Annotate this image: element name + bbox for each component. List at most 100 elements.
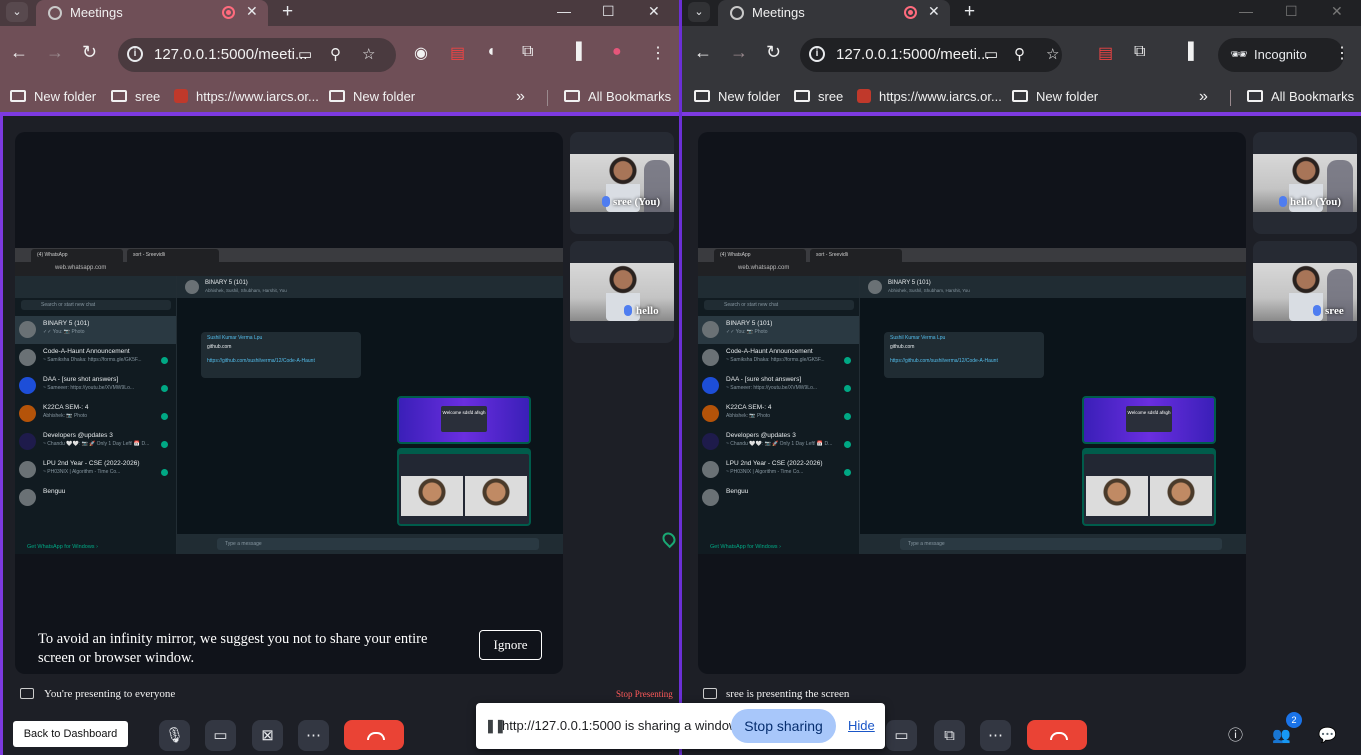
- address-bar[interactable]: i 127.0.0.1:5000/meeti... ▭ ⚲ ☆: [118, 38, 396, 72]
- address-bar[interactable]: i 127.0.0.1:5000/meeti... ▭ ⚲ ☆: [800, 38, 1062, 72]
- forward-button[interactable]: →: [46, 42, 64, 63]
- whatsapp-sidebar: Search or start new chat BINARY 5 (101) ✓…: [15, 276, 177, 554]
- chat-message: ~ PH03NIX | Algorithm - Time Co...: [726, 469, 804, 475]
- avatar: [702, 405, 719, 422]
- incognito-badge[interactable]: 🕶 Incognito: [1218, 38, 1344, 72]
- link-host: github.com: [890, 344, 915, 350]
- close-tab-icon[interactable]: ✕: [246, 3, 258, 20]
- more-options-button[interactable]: ⋯: [298, 720, 329, 751]
- info-icon[interactable]: ⓘ: [1220, 720, 1251, 751]
- maximize-icon[interactable]: ☐: [1285, 3, 1298, 20]
- side-panel-icon[interactable]: ▌: [1188, 43, 1199, 61]
- bookmark-star-icon[interactable]: ☆: [1046, 45, 1059, 63]
- bookmark-item[interactable]: https://www.iarcs.or...: [857, 89, 1002, 104]
- back-button[interactable]: ←: [10, 42, 28, 63]
- participant-tile: sree (You): [570, 132, 674, 234]
- minimize-icon[interactable]: —: [557, 3, 571, 19]
- tab-search-icon[interactable]: ⌄: [688, 2, 710, 22]
- avatar: [868, 280, 882, 294]
- new-tab-button[interactable]: +: [964, 1, 975, 23]
- bookmark-item[interactable]: New folder: [10, 89, 96, 104]
- more-options-button[interactable]: ⋯: [980, 720, 1011, 751]
- back-button[interactable]: ←: [694, 42, 712, 63]
- bookmark-item[interactable]: New folder: [329, 89, 415, 104]
- site-info-icon[interactable]: i: [809, 46, 825, 62]
- screenshot-image: Welcome sdsfd afsgh: [1084, 398, 1214, 442]
- leave-call-button[interactable]: [344, 720, 404, 750]
- reload-button[interactable]: ↻: [82, 42, 97, 63]
- toolbar: ← → ↻ i 127.0.0.1:5000/meeti... ▭ ⚲ ☆ ◉ …: [0, 26, 679, 82]
- todoist-icon[interactable]: ▤: [450, 43, 465, 63]
- menu-icon[interactable]: ⋮: [650, 43, 666, 63]
- stop-sharing-button[interactable]: Stop sharing: [731, 709, 836, 743]
- all-bookmarks[interactable]: All Bookmarks: [1247, 89, 1354, 104]
- tab-strip: ⌄ Meetings ✕ + — ☐ ✕: [682, 0, 1361, 26]
- bookmark-item[interactable]: sree: [111, 89, 160, 104]
- shared-tab: (4) WhatsApp: [31, 249, 123, 262]
- stop-present-button[interactable]: ⊠: [252, 720, 283, 751]
- bookmark-item[interactable]: sree: [794, 89, 843, 104]
- zoom-icon[interactable]: ⚲: [1014, 45, 1025, 63]
- chat-row: Benguu: [15, 484, 176, 512]
- chat-name: Benguu: [43, 488, 66, 495]
- bookmarks-bar: New folder sree https://www.iarcs.or... …: [682, 82, 1361, 112]
- bookmark-item[interactable]: New folder: [694, 89, 780, 104]
- menu-icon[interactable]: ⋮: [1334, 43, 1350, 63]
- tab-meetings[interactable]: Meetings ✕: [36, 0, 268, 26]
- tab-search-icon[interactable]: ⌄: [6, 2, 28, 22]
- back-to-dashboard-button[interactable]: Back to Dashboard: [13, 721, 128, 747]
- todoist-icon[interactable]: ▤: [1098, 43, 1113, 63]
- mouse-icon[interactable]: ◖: [486, 43, 496, 61]
- bookmark-item[interactable]: https://www.iarcs.or...: [174, 89, 319, 104]
- site-info-icon[interactable]: i: [127, 46, 143, 62]
- camera-button[interactable]: ▭: [205, 720, 236, 751]
- tab-meetings[interactable]: Meetings ✕: [718, 0, 950, 26]
- separator: [1230, 90, 1231, 106]
- minimize-icon[interactable]: —: [1239, 3, 1253, 19]
- shared-screen: (4) WhatsApp sort - Sreevidli web.whatsa…: [698, 248, 1246, 554]
- hide-link[interactable]: Hide: [848, 718, 875, 733]
- profile-avatar[interactable]: ●: [612, 43, 622, 61]
- more-bookmarks-icon[interactable]: »: [1199, 88, 1208, 106]
- incognito-label: Incognito: [1254, 47, 1307, 62]
- face: [1086, 476, 1148, 516]
- leave-call-button[interactable]: [1027, 720, 1087, 750]
- zoom-icon[interactable]: ⚲: [330, 45, 341, 63]
- present-button[interactable]: ⧉: [934, 720, 965, 751]
- message-sender: Sushil Kumar Verma Lpu: [207, 335, 263, 341]
- tab-title: Meetings: [752, 5, 805, 20]
- puzzle-icon[interactable]: ⧉: [1134, 43, 1145, 61]
- reload-button[interactable]: ↻: [766, 42, 781, 63]
- chat-row: Code-A-Haunt Announcement ~ Samiksha Dhak…: [15, 344, 176, 372]
- chat-name: Code-A-Haunt Announcement: [726, 348, 813, 355]
- bookmark-item[interactable]: New folder: [1012, 89, 1098, 104]
- forward-button[interactable]: →: [730, 42, 748, 63]
- maximize-icon[interactable]: ☐: [602, 3, 615, 20]
- camera-icon[interactable]: ▭: [298, 45, 312, 63]
- shared-tab: (4) WhatsApp: [714, 249, 806, 262]
- puzzle-icon[interactable]: ⧉: [522, 43, 533, 61]
- close-window-icon[interactable]: ✕: [1331, 3, 1343, 20]
- chat-message: ~ Sameeer: https://youtu.be/XVMW9Lo...: [726, 385, 818, 391]
- all-bookmarks[interactable]: All Bookmarks: [564, 89, 671, 104]
- chat-row: BINARY 5 (101) ✓✓ You: 📷 Photo: [698, 316, 859, 344]
- mic-button[interactable]: 🎙: [159, 720, 190, 751]
- chat-row: K22CA SEM-: 4 Abhishek: 📷 Photo: [698, 400, 859, 428]
- image-message: Welcome sdsfd afsgh: [397, 396, 531, 444]
- camera-icon[interactable]: ▭: [984, 45, 998, 63]
- camera-button[interactable]: ▭: [886, 720, 917, 751]
- more-bookmarks-icon[interactable]: »: [516, 88, 525, 106]
- whatsapp-footer: Get WhatsApp for Windows ›: [15, 540, 176, 554]
- new-tab-button[interactable]: +: [282, 1, 293, 23]
- side-panel-icon[interactable]: ▌: [576, 43, 587, 61]
- ignore-button[interactable]: Ignore: [479, 630, 542, 660]
- chat-message: ~ Sameeer: https://youtu.be/XVMW9Lo...: [43, 385, 135, 391]
- close-tab-icon[interactable]: ✕: [928, 3, 940, 20]
- chat-icon[interactable]: 💬: [1312, 720, 1343, 751]
- folder-icon: [10, 90, 26, 102]
- chat-row: Developers @updates 3 ~ Chandu 🤍🤍: 📷 🚀 On…: [15, 428, 176, 456]
- bookmark-star-icon[interactable]: ☆: [362, 45, 375, 63]
- extension-icon[interactable]: ◉: [414, 43, 428, 63]
- close-window-icon[interactable]: ✕: [648, 3, 660, 20]
- stop-presenting-link[interactable]: Stop Presenting: [616, 689, 673, 699]
